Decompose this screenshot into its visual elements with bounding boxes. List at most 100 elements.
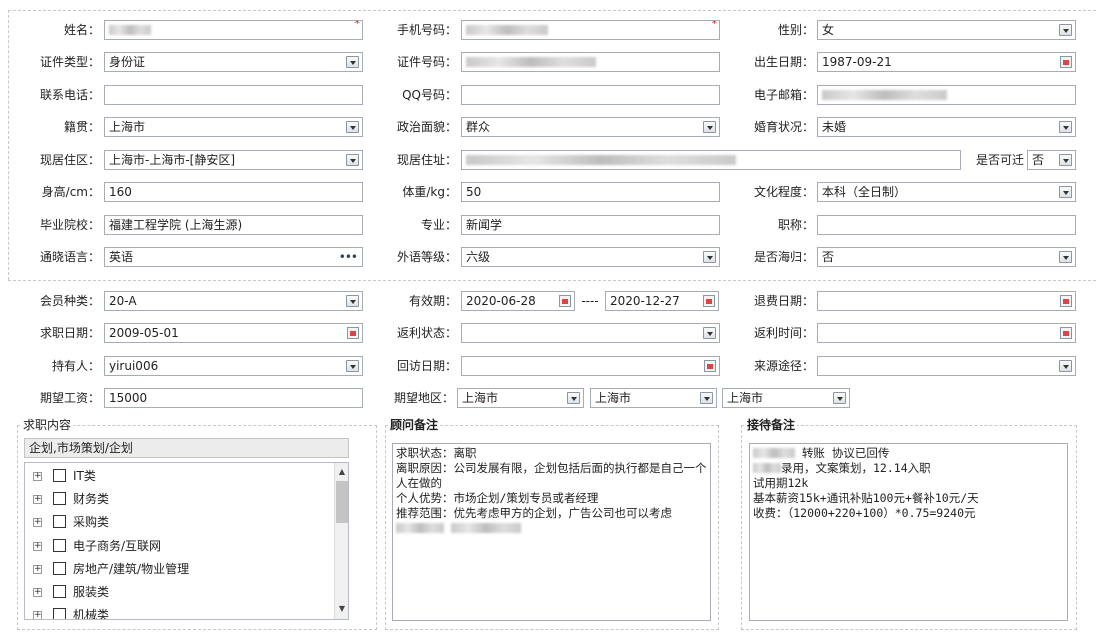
- area-province-select[interactable]: 上海市: [457, 388, 584, 408]
- source-select[interactable]: [817, 356, 1076, 376]
- job-title-field[interactable]: [817, 215, 1076, 235]
- calendar-icon[interactable]: [559, 295, 571, 307]
- calendar-icon[interactable]: [703, 295, 715, 307]
- id-no-field[interactable]: [461, 52, 720, 72]
- lang-level-select[interactable]: 六级: [461, 247, 720, 267]
- relocate-select[interactable]: 否: [1027, 150, 1076, 170]
- calendar-icon[interactable]: [347, 327, 359, 339]
- native-select[interactable]: 上海市: [104, 117, 363, 137]
- chevron-down-icon[interactable]: [346, 154, 359, 166]
- scroll-up-icon[interactable]: ▲: [335, 466, 348, 478]
- name-field[interactable]: *: [104, 20, 363, 40]
- member-type-select[interactable]: 20-A: [104, 291, 363, 311]
- address-field[interactable]: [461, 150, 961, 170]
- weight-field[interactable]: 50: [461, 182, 720, 202]
- birth-value: 1987-09-21: [822, 55, 892, 69]
- scroll-thumb[interactable]: [336, 481, 348, 523]
- education-select[interactable]: 本科（全日制）: [817, 182, 1076, 202]
- job-content-selected-text: 企划,市场策划/企划: [29, 441, 133, 455]
- expand-icon[interactable]: +: [33, 495, 42, 504]
- consultant-notes[interactable]: 求职状态：离职 离职原因：公司发展有限，企划包括后面的执行都是自己一个人在做的 …: [392, 443, 711, 621]
- tree-checkbox[interactable]: [53, 585, 66, 598]
- chevron-down-icon[interactable]: [1059, 251, 1072, 263]
- tree-checkbox[interactable]: [53, 515, 66, 528]
- expand-icon[interactable]: +: [33, 565, 42, 574]
- id-type-select[interactable]: 身份证: [104, 52, 363, 72]
- area-city-select[interactable]: 上海市: [590, 388, 717, 408]
- chevron-down-icon[interactable]: [700, 392, 713, 404]
- id-no-label: 证件号码：: [396, 55, 457, 69]
- expand-icon[interactable]: +: [33, 472, 42, 481]
- holder-select[interactable]: yirui006: [104, 356, 363, 376]
- chevron-down-icon[interactable]: [1059, 24, 1072, 36]
- tree-item-label: 电子商务/互联网: [73, 539, 162, 553]
- redacted-text: [109, 24, 151, 35]
- qq-field[interactable]: [461, 85, 720, 105]
- chevron-down-icon[interactable]: [346, 360, 359, 372]
- school-field[interactable]: 福建工程学院 (上海生源): [104, 215, 363, 235]
- chevron-down-icon[interactable]: [703, 251, 716, 263]
- more-icon[interactable]: •••: [339, 248, 358, 266]
- tree-scrollbar[interactable]: ▲ ▼: [334, 463, 348, 619]
- political-select[interactable]: 群众: [461, 117, 720, 137]
- chevron-down-icon[interactable]: [833, 392, 846, 404]
- redacted-text: [753, 447, 795, 458]
- valid-to-field[interactable]: 2020-12-27: [605, 291, 719, 311]
- gender-value: 女: [822, 23, 835, 37]
- calendar-icon[interactable]: [704, 360, 716, 372]
- phone-field[interactable]: [104, 85, 363, 105]
- residence-label: 现居住区：: [39, 153, 100, 167]
- tree-checkbox[interactable]: [53, 492, 66, 505]
- source-label: 来源途径：: [753, 359, 814, 373]
- area-district-select[interactable]: 上海市: [722, 388, 850, 408]
- overseas-select[interactable]: 否: [817, 247, 1076, 267]
- chevron-down-icon[interactable]: [567, 392, 580, 404]
- major-field[interactable]: 新闻学: [461, 215, 720, 235]
- education-label: 文化程度：: [753, 185, 814, 199]
- birth-date-field[interactable]: 1987-09-21: [817, 52, 1076, 72]
- tree-checkbox[interactable]: [53, 608, 66, 619]
- expand-icon[interactable]: +: [33, 542, 42, 551]
- tree-checkbox[interactable]: [53, 562, 66, 575]
- calendar-icon[interactable]: [1060, 327, 1072, 339]
- chevron-down-icon[interactable]: [346, 295, 359, 307]
- valid-from-field[interactable]: 2020-06-28: [461, 291, 575, 311]
- calendar-icon[interactable]: [1060, 56, 1072, 68]
- reception-title: 接待备注: [745, 418, 798, 432]
- expand-icon[interactable]: +: [33, 588, 42, 597]
- gender-select[interactable]: 女: [817, 20, 1076, 40]
- scroll-down-icon[interactable]: ▼: [335, 603, 348, 615]
- tree-checkbox[interactable]: [53, 539, 66, 552]
- id-type-value: 身份证: [109, 55, 146, 69]
- mobile-field[interactable]: *: [461, 20, 720, 40]
- chevron-down-icon[interactable]: [346, 56, 359, 68]
- expand-icon[interactable]: +: [33, 611, 42, 619]
- chevron-down-icon[interactable]: [1059, 121, 1072, 133]
- chevron-down-icon[interactable]: [703, 327, 716, 339]
- chevron-down-icon[interactable]: [1059, 186, 1072, 198]
- lang-level-label: 外语等级：: [396, 250, 457, 264]
- rebate-time-field[interactable]: [817, 323, 1076, 343]
- chevron-down-icon[interactable]: [703, 121, 716, 133]
- height-field[interactable]: 160: [104, 182, 363, 202]
- chevron-down-icon[interactable]: [1059, 360, 1072, 372]
- job-date-field[interactable]: 2009-05-01: [104, 323, 363, 343]
- refund-date-field[interactable]: [817, 291, 1076, 311]
- language-field[interactable]: 英语 •••: [104, 247, 363, 267]
- calendar-icon[interactable]: [1060, 295, 1072, 307]
- expand-icon[interactable]: +: [33, 518, 42, 527]
- chevron-down-icon[interactable]: [346, 121, 359, 133]
- rebate-status-select[interactable]: [461, 323, 720, 343]
- chevron-down-icon[interactable]: [1059, 154, 1072, 166]
- reception-notes[interactable]: 转账 协议已回传 录用，文案策划，12.14入职 试用期12k 基本薪资15k+…: [749, 443, 1068, 621]
- visit-date-field[interactable]: [461, 356, 720, 376]
- email-field[interactable]: [817, 85, 1076, 105]
- salary-field[interactable]: 15000: [104, 388, 363, 408]
- valid-separator: ----: [581, 294, 599, 308]
- left-divider: [8, 10, 9, 280]
- area-district-value: 上海市: [727, 391, 764, 405]
- tree-checkbox[interactable]: [53, 469, 66, 482]
- residence-select[interactable]: 上海市-上海市-[静安区]: [104, 150, 363, 170]
- marital-select[interactable]: 未婚: [817, 117, 1076, 137]
- reception-line-4: 基本薪资15k+通讯补贴100元+餐补10元/天: [753, 491, 979, 505]
